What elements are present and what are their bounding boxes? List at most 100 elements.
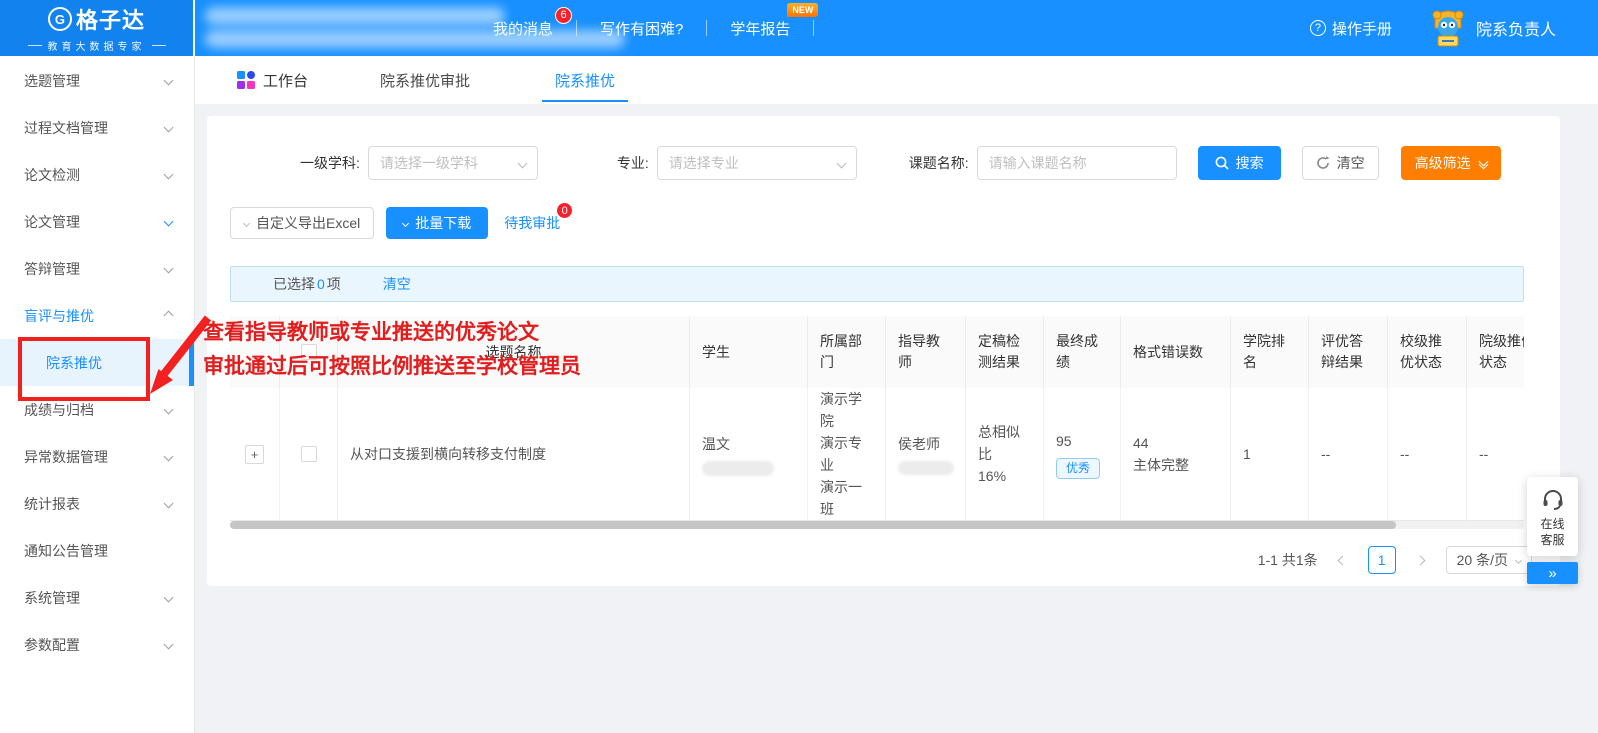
tab-workbench[interactable]: 工作台 <box>237 56 308 104</box>
new-badge: NEW <box>787 3 818 17</box>
sidebar-item-defense-management[interactable]: 答辩管理 <box>0 245 194 292</box>
column-header-check-result: 定稿检测结果 <box>966 316 1044 388</box>
chevron-down-icon <box>164 76 174 86</box>
search-button[interactable]: 搜索 <box>1198 146 1281 180</box>
content-card: 一级学科: 请选择一级学科 专业: 请选择专业 <box>207 116 1560 586</box>
college-rank-cell: 1 <box>1231 388 1309 521</box>
sidebar-item-parameter-config[interactable]: 参数配置 <box>0 621 194 668</box>
topic-name-input[interactable] <box>977 146 1177 180</box>
manual-link[interactable]: ? 操作手册 <box>1310 18 1392 39</box>
sidebar-item-paper-check[interactable]: 论文检测 <box>0 151 194 198</box>
top-header: G 格子达 教育大数据专家 我的消息 6 写作有困难? 学年报告 <box>0 0 1598 56</box>
tab-college-promotion-approval[interactable]: 院系推优审批 <box>380 56 470 104</box>
selection-bar: 已选择 0 项 清空 <box>230 266 1524 302</box>
page-number-button[interactable]: 1 <box>1368 546 1396 574</box>
format-errors-cell: 44 主体完整 <box>1121 388 1231 521</box>
customer-service-label: 在线 客服 <box>1540 516 1564 548</box>
chevron-down-icon <box>164 264 174 274</box>
select-all-checkbox[interactable] <box>301 344 317 360</box>
subject-filter-label: 一级学科: <box>300 153 360 173</box>
nav-my-messages[interactable]: 我的消息 6 <box>487 18 559 39</box>
brand-icon: G <box>48 7 72 31</box>
refresh-icon <box>1316 156 1330 170</box>
sidebar-item-topic-management[interactable]: 选题管理 <box>0 57 194 104</box>
major-filter-label: 专业: <box>617 153 649 173</box>
chevron-down-icon <box>402 219 409 226</box>
major-select[interactable]: 请选择专业 <box>657 146 857 180</box>
double-chevron-down-icon <box>1480 158 1487 168</box>
messages-count-badge: 6 <box>555 7 572 24</box>
brand-logo: G 格子达 教育大数据专家 <box>0 0 195 56</box>
teacher-cell: 侯老师 <box>886 388 966 521</box>
sidebar-item-system-management[interactable]: 系统管理 <box>0 574 194 621</box>
dashboard-icon <box>237 71 255 89</box>
batch-download-button[interactable]: 批量下载 <box>386 207 488 239</box>
chevron-down-icon <box>164 405 174 415</box>
sidebar-item-statistics-report[interactable]: 统计报表 <box>0 480 194 527</box>
toolbar-row: 自定义导出Excel 批量下载 待我审批 0 <box>207 207 1560 239</box>
search-icon <box>1215 156 1229 170</box>
clear-button[interactable]: 清空 <box>1302 146 1379 180</box>
next-page-button[interactable] <box>1409 548 1433 572</box>
select-arrow-icon <box>836 158 846 168</box>
nav-divider <box>813 20 814 36</box>
filter-row: 一级学科: 请选择一级学科 专业: 请选择专业 <box>207 116 1560 180</box>
collapse-panel-button[interactable]: » <box>1527 562 1578 584</box>
custom-export-excel-button[interactable]: 自定义导出Excel <box>230 207 374 239</box>
column-header-defense-result: 评优答辩结果 <box>1309 316 1388 388</box>
double-chevron-right-icon: » <box>1548 565 1556 582</box>
check-result-cell: 总相似比 16% <box>966 388 1044 521</box>
selected-count: 0 <box>317 276 325 292</box>
column-header-college-rank: 学院排名 <box>1231 316 1309 388</box>
advanced-filter-button[interactable]: 高级筛选 <box>1401 146 1501 180</box>
chevron-down-icon <box>164 452 174 462</box>
chevron-down-icon <box>164 640 174 650</box>
pending-count-badge: 0 <box>556 202 573 219</box>
excellent-tag: 优秀 <box>1056 458 1100 479</box>
brand-tagline: 教育大数据专家 <box>28 38 166 53</box>
column-header-college-status: 院级推优状态 <box>1467 316 1524 388</box>
expand-row-button[interactable]: + <box>245 445 264 464</box>
chevron-down-icon <box>164 499 174 509</box>
tab-bar: 工作台 院系推优审批 院系推优 <box>195 56 1598 104</box>
select-all-header-cell <box>280 316 338 388</box>
row-checkbox[interactable] <box>301 446 317 462</box>
sidebar-item-college-promotion[interactable]: 院系推优 <box>0 339 194 386</box>
sidebar-item-grades-archive[interactable]: 成绩与归档 <box>0 386 194 433</box>
headset-icon <box>1541 487 1565 511</box>
pending-approval-link[interactable]: 待我审批 0 <box>504 213 560 233</box>
user-role[interactable]: 院系负责人 <box>1476 16 1556 40</box>
nav-writing-help[interactable]: 写作有困难? <box>594 18 689 39</box>
chevron-right-icon <box>1416 555 1426 565</box>
customer-service-button[interactable]: 在线 客服 <box>1527 477 1578 556</box>
final-score-cell: 95 优秀 <box>1044 388 1121 521</box>
sidebar-item-process-docs[interactable]: 过程文档管理 <box>0 104 194 151</box>
table-header-row: 选题名称 学生 所属部门 指导教师 定稿检测结果 最终成绩 格式错误数 学院排名… <box>230 316 1524 388</box>
pagination-summary: 1-1 共1条 <box>1258 550 1318 570</box>
page-size-select[interactable]: 20 条/页 <box>1446 546 1532 574</box>
student-cell: 温文 <box>690 388 808 521</box>
expand-header-cell <box>230 316 280 388</box>
nav-annual-report[interactable]: 学年报告 NEW <box>724 18 796 39</box>
chevron-down-icon <box>243 219 250 226</box>
pagination: 1-1 共1条 1 20 条/页 <box>207 546 1560 574</box>
scrollbar-thumb[interactable] <box>230 521 1396 529</box>
subject-select[interactable]: 请选择一级学科 <box>368 146 538 180</box>
clear-selection-link[interactable]: 清空 <box>383 274 411 294</box>
sidebar-item-announcements[interactable]: 通知公告管理 <box>0 527 194 574</box>
sidebar-item-abnormal-data[interactable]: 异常数据管理 <box>0 433 194 480</box>
tab-college-promotion[interactable]: 院系推优 <box>542 56 628 104</box>
sidebar: 选题管理 过程文档管理 论文检测 论文管理 答辩管理 盲评与推优 院系推优 成绩… <box>0 56 195 733</box>
main-content: 工作台 院系推优审批 院系推优 一级学科: 请选择一级学科 <box>195 56 1598 733</box>
row-select-cell <box>280 388 338 521</box>
redacted-teacher-id-blur <box>898 461 954 475</box>
header-right: ? 操作手册 院系负责人 <box>1310 8 1598 48</box>
mascot-avatar[interactable] <box>1430 8 1466 48</box>
prev-page-button[interactable] <box>1331 548 1355 572</box>
sidebar-item-paper-management[interactable]: 论文管理 <box>0 198 194 245</box>
expand-cell: + <box>230 388 280 521</box>
chevron-down-icon <box>164 123 174 133</box>
redacted-student-id-blur <box>702 461 774 476</box>
sidebar-item-blind-review-promotion[interactable]: 盲评与推优 <box>0 292 194 339</box>
header-nav: 我的消息 6 写作有困难? 学年报告 NEW <box>487 18 831 39</box>
